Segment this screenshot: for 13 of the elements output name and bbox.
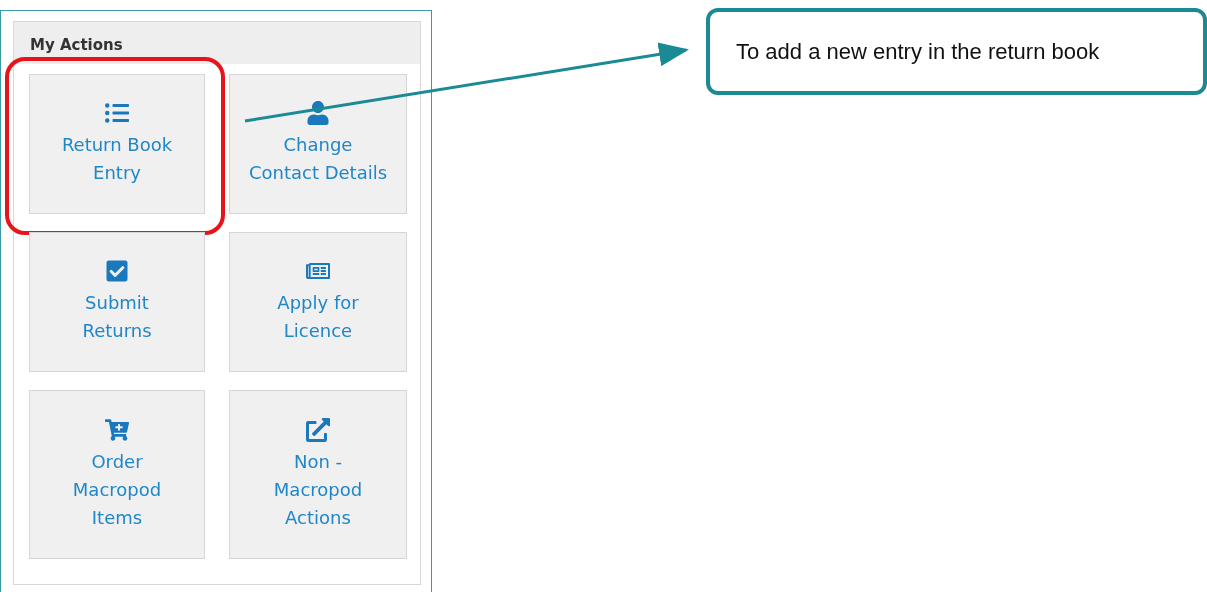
action-tile[interactable]: Order Macropod Items: [29, 390, 205, 559]
action-tile[interactable]: Change Contact Details: [229, 74, 407, 214]
external-link-icon: [306, 417, 330, 442]
panel-title: My Actions: [14, 22, 420, 64]
person-icon: [306, 101, 330, 125]
action-tile[interactable]: Apply for Licence: [229, 232, 407, 372]
callout-note: To add a new entry in the return book: [706, 8, 1207, 95]
action-tile[interactable]: Non - Macropod Actions: [229, 390, 407, 559]
cart-plus-icon: [105, 417, 129, 442]
action-tile[interactable]: Submit Returns: [29, 232, 205, 372]
list-icon: [105, 101, 129, 125]
checkbox-icon: [105, 259, 129, 283]
action-tile[interactable]: Return Book Entry: [29, 74, 205, 214]
